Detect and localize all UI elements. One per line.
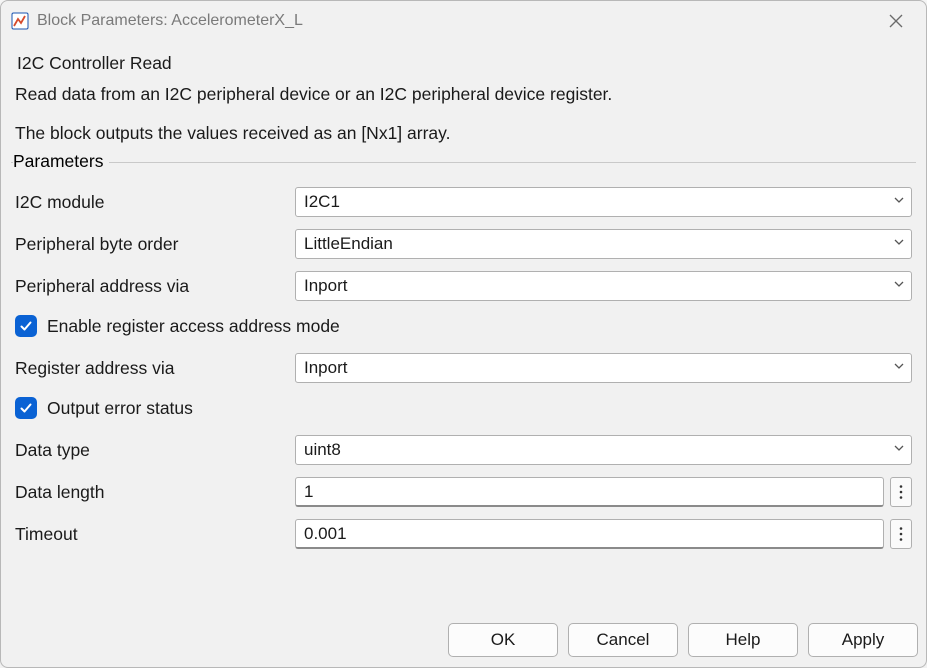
cancel-button[interactable]: Cancel [568, 623, 678, 657]
description-block: I2C Controller Read Read data from an I2… [11, 47, 916, 162]
titlebar: Block Parameters: AccelerometerX_L [1, 1, 926, 41]
label-peripheral-byte-order: Peripheral byte order [15, 234, 295, 255]
label-output-error-status: Output error status [47, 398, 193, 419]
dropdown-data-type-value: uint8 [304, 440, 341, 460]
dialog-window: Block Parameters: AccelerometerX_L I2C C… [0, 0, 927, 668]
row-data-length: Data length [15, 477, 912, 507]
chevron-down-icon [893, 359, 905, 377]
content-area: I2C Controller Read Read data from an I2… [1, 41, 926, 615]
dropdown-register-address-via[interactable]: Inport [295, 353, 912, 383]
dropdown-peripheral-address-via-value: Inport [304, 276, 347, 296]
block-heading: I2C Controller Read [15, 53, 912, 74]
row-output-error-status: Output error status [15, 395, 912, 421]
vertical-dots-icon [899, 526, 903, 542]
label-enable-register-access: Enable register access address mode [47, 316, 340, 337]
ok-button[interactable]: OK [448, 623, 558, 657]
label-i2c-module: I2C module [15, 192, 295, 213]
chevron-down-icon [893, 235, 905, 253]
dropdown-peripheral-byte-order-value: LittleEndian [304, 234, 393, 254]
dropdown-peripheral-byte-order[interactable]: LittleEndian [295, 229, 912, 259]
vertical-dots-icon [899, 484, 903, 500]
check-icon [19, 319, 33, 333]
label-peripheral-address-via: Peripheral address via [15, 276, 295, 297]
row-data-type: Data type uint8 [15, 435, 912, 465]
description-line-2: The block outputs the values received as… [15, 123, 912, 144]
row-enable-register-access: Enable register access address mode [15, 313, 912, 339]
button-bar: OK Cancel Help Apply [1, 615, 926, 667]
check-icon [19, 401, 33, 415]
chevron-down-icon [893, 193, 905, 211]
more-button-timeout[interactable] [890, 519, 912, 549]
dropdown-peripheral-address-via[interactable]: Inport [295, 271, 912, 301]
label-data-length: Data length [15, 482, 295, 503]
help-button[interactable]: Help [688, 623, 798, 657]
app-icon [11, 12, 29, 30]
label-data-type: Data type [15, 440, 295, 461]
parameters-fieldset: Parameters I2C module I2C1 Peripheral by… [11, 162, 916, 607]
chevron-down-icon [893, 441, 905, 459]
description-line-1: Read data from an I2C peripheral device … [15, 84, 912, 105]
row-peripheral-byte-order: Peripheral byte order LittleEndian [15, 229, 912, 259]
more-button-data-length[interactable] [890, 477, 912, 507]
row-timeout: Timeout [15, 519, 912, 549]
label-register-address-via: Register address via [15, 358, 295, 379]
row-i2c-module: I2C module I2C1 [15, 187, 912, 217]
row-peripheral-address-via: Peripheral address via Inport [15, 271, 912, 301]
checkbox-output-error-status[interactable] [15, 397, 37, 419]
checkbox-enable-register-access[interactable] [15, 315, 37, 337]
window-title: Block Parameters: AccelerometerX_L [37, 12, 876, 30]
row-register-address-via: Register address via Inport [15, 353, 912, 383]
apply-button[interactable]: Apply [808, 623, 918, 657]
dropdown-i2c-module[interactable]: I2C1 [295, 187, 912, 217]
dropdown-register-address-via-value: Inport [304, 358, 347, 378]
input-timeout[interactable] [295, 519, 884, 549]
label-timeout: Timeout [15, 524, 295, 545]
input-data-length[interactable] [295, 477, 884, 507]
parameters-legend: Parameters [13, 151, 109, 172]
close-icon [888, 13, 904, 29]
dropdown-data-type[interactable]: uint8 [295, 435, 912, 465]
chevron-down-icon [893, 277, 905, 295]
close-button[interactable] [876, 1, 916, 41]
dropdown-i2c-module-value: I2C1 [304, 192, 340, 212]
